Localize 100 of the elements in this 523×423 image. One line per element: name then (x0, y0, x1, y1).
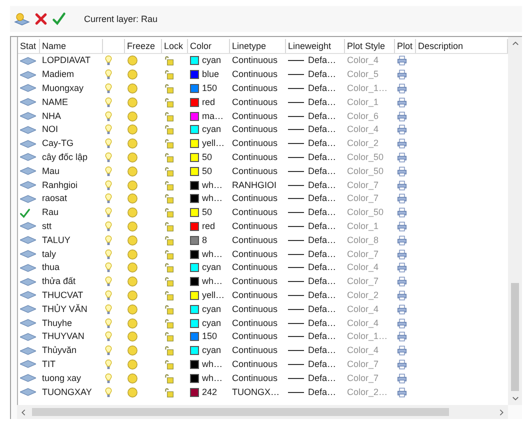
printer-icon[interactable] (397, 96, 407, 108)
sun-icon[interactable] (127, 193, 138, 204)
printer-icon[interactable] (397, 331, 407, 342)
color-swatch[interactable] (190, 374, 199, 383)
layer-name[interactable]: Muongxay (40, 82, 103, 96)
layer-name[interactable]: Mau (40, 164, 103, 178)
scroll-right-icon[interactable] (499, 408, 504, 416)
linetype-cell[interactable]: Continuous (230, 150, 286, 164)
layer-name[interactable]: THỦY VĂN (40, 302, 103, 316)
padlock-icon[interactable] (164, 290, 174, 301)
sun-icon[interactable] (127, 358, 138, 370)
color-swatch[interactable] (190, 70, 199, 80)
sun-icon[interactable] (127, 124, 138, 136)
linetype-cell[interactable]: Continuous (230, 82, 286, 96)
linetype-cell[interactable]: Continuous (230, 344, 286, 358)
sun-icon[interactable] (127, 290, 138, 301)
column-header[interactable]: Plot Style (345, 39, 395, 53)
color-swatch[interactable] (190, 263, 199, 272)
lineweight-cell[interactable]: Defa… (308, 206, 336, 220)
linetype-cell[interactable]: Continuous (230, 316, 286, 330)
scrollbar-thumb[interactable] (32, 408, 448, 416)
layer-name[interactable]: Ranhgioi (40, 178, 103, 192)
layer-name[interactable]: NOI (40, 122, 103, 137)
color-swatch[interactable] (190, 318, 199, 328)
column-header[interactable]: Stat (18, 39, 40, 53)
color-swatch[interactable] (190, 222, 199, 231)
padlock-icon[interactable] (164, 152, 174, 163)
sun-icon[interactable] (127, 372, 138, 384)
lightbulb-icon[interactable] (105, 152, 112, 163)
sun-icon[interactable] (127, 262, 138, 274)
linetype-cell[interactable]: Continuous (230, 288, 286, 302)
layer-name[interactable]: LOPDIAVAT (40, 54, 103, 68)
printer-icon[interactable] (397, 180, 407, 191)
lineweight-cell[interactable]: Defa… (308, 220, 336, 233)
color-swatch[interactable] (190, 250, 199, 259)
printer-icon[interactable] (397, 262, 407, 274)
printer-icon[interactable] (397, 69, 407, 80)
layer-name[interactable]: Madiem (40, 68, 103, 82)
column-header[interactable]: Name (40, 39, 103, 53)
lineweight-cell[interactable]: Defa… (308, 316, 336, 330)
scroll-down-icon[interactable] (512, 396, 518, 401)
lightbulb-icon[interactable] (105, 345, 112, 356)
lineweight-cell[interactable]: Defa… (308, 137, 336, 150)
lightbulb-icon[interactable] (105, 248, 112, 260)
padlock-icon[interactable] (164, 138, 174, 150)
color-swatch[interactable] (190, 152, 199, 162)
layer-name[interactable]: THUYVAN (40, 330, 103, 344)
lineweight-cell[interactable]: Defa… (308, 372, 336, 385)
padlock-icon[interactable] (164, 55, 174, 66)
color-swatch[interactable] (190, 125, 199, 134)
sun-icon[interactable] (127, 318, 138, 329)
lightbulb-icon[interactable] (105, 166, 112, 177)
printer-icon[interactable] (397, 234, 407, 246)
lineweight-cell[interactable]: Defa… (308, 192, 336, 206)
new-layer-icon[interactable] (14, 11, 30, 27)
padlock-icon[interactable] (164, 110, 174, 122)
printer-icon[interactable] (397, 318, 407, 329)
layer-name[interactable]: Cay-TG (40, 136, 103, 151)
lineweight-cell[interactable]: Defa… (308, 54, 336, 68)
linetype-cell[interactable]: Continuous (230, 164, 286, 178)
linetype-cell[interactable]: Continuous (230, 260, 286, 275)
sun-icon[interactable] (127, 248, 138, 260)
padlock-icon[interactable] (164, 207, 174, 218)
printer-icon[interactable] (397, 304, 407, 315)
column-header[interactable]: Linetype (230, 39, 286, 53)
lineweight-cell[interactable]: Defa… (308, 150, 336, 164)
printer-icon[interactable] (397, 124, 407, 136)
layer-name[interactable]: Thuyhe (40, 316, 103, 330)
printer-icon[interactable] (397, 193, 407, 204)
layer-name[interactable]: NAME (40, 95, 103, 110)
column-header[interactable]: Freeze (125, 39, 162, 53)
lineweight-cell[interactable]: Defa… (308, 234, 336, 247)
lightbulb-icon[interactable] (105, 55, 112, 66)
color-swatch[interactable] (190, 84, 199, 93)
linetype-cell[interactable]: Continuous (230, 247, 286, 261)
lineweight-cell[interactable]: Defa… (308, 302, 336, 316)
lineweight-cell[interactable]: Defa… (308, 288, 336, 302)
linetype-cell[interactable]: Continuous (230, 220, 286, 234)
printer-icon[interactable] (397, 82, 407, 94)
lineweight-cell[interactable]: Defa… (308, 248, 336, 261)
lineweight-cell[interactable]: Defa… (308, 261, 336, 274)
color-swatch[interactable] (190, 360, 199, 369)
layer-name[interactable]: TIT (40, 358, 103, 372)
linetype-cell[interactable]: TUONGX… (230, 385, 286, 399)
scroll-up-icon[interactable] (512, 41, 518, 46)
column-header[interactable]: Color (188, 39, 230, 53)
color-swatch[interactable] (190, 304, 199, 314)
sun-icon[interactable] (127, 69, 138, 80)
lightbulb-icon[interactable] (105, 180, 112, 191)
layer-name[interactable]: thua (40, 260, 103, 275)
column-header[interactable]: Lineweight (286, 39, 345, 53)
lightbulb-icon[interactable] (105, 138, 112, 150)
sun-icon[interactable] (127, 220, 138, 232)
sun-icon[interactable] (127, 386, 138, 398)
lineweight-cell[interactable]: Defa… (308, 123, 336, 136)
layer-name[interactable]: Thủyvăn (40, 344, 103, 358)
lightbulb-icon[interactable] (105, 110, 112, 122)
lightbulb-icon[interactable] (105, 386, 112, 398)
layer-name[interactable]: cây đốc lập (40, 150, 103, 164)
padlock-icon[interactable] (164, 96, 174, 108)
